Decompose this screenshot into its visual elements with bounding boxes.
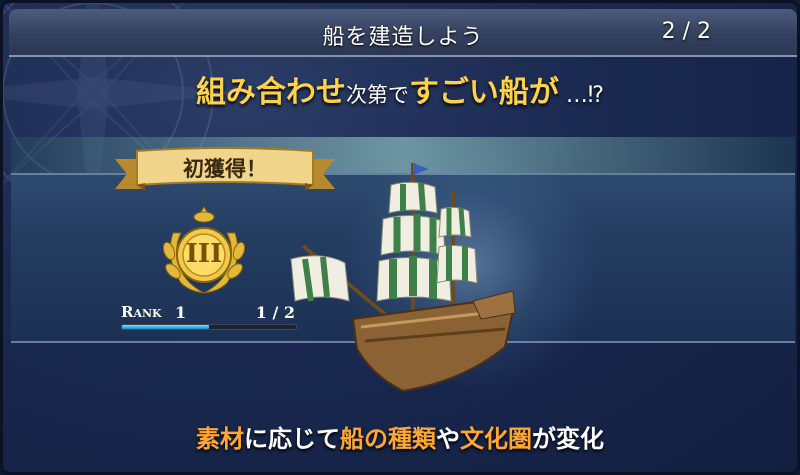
footer-part-5: 文化圏 <box>460 425 532 453</box>
page-counter: 2 / 2 <box>661 19 711 44</box>
footer-part-1: 素材 <box>196 425 244 453</box>
sailing-ship-icon <box>290 163 516 393</box>
footer-caption: 素材に応じて船の種類や文化圏が変化 <box>3 419 797 454</box>
title-bar: 船を建造しよう 2 / 2 <box>9 9 797 57</box>
medal-numeral: III <box>185 239 223 269</box>
rank-progress-fill <box>122 325 209 329</box>
rank-row: Rank 1 1 / 2 <box>121 303 299 323</box>
headline-part-3: すごい船が <box>408 75 559 110</box>
footer-part-3: 船の種類 <box>340 425 436 453</box>
rank-medal: III <box>159 203 249 299</box>
headline-part-4: …⁉ <box>558 83 605 108</box>
footer-part-4: や <box>436 425 460 453</box>
rank-value: 1 <box>175 303 187 322</box>
headline: 組み合わせ次第ですごい船が …⁉ <box>3 67 797 111</box>
footer-part-2: に応じて <box>244 425 340 453</box>
dialog-frame: 船を建造しよう 2 / 2 組み合わせ次第ですごい船が …⁉ 初獲得！ III … <box>0 0 800 475</box>
headline-part-1: 組み合わせ <box>195 75 346 110</box>
headline-part-2: 次第で <box>345 83 409 107</box>
rank-label: Rank <box>121 303 162 321</box>
footer-part-6: が変化 <box>532 425 604 453</box>
rank-progress-bar <box>121 324 297 330</box>
